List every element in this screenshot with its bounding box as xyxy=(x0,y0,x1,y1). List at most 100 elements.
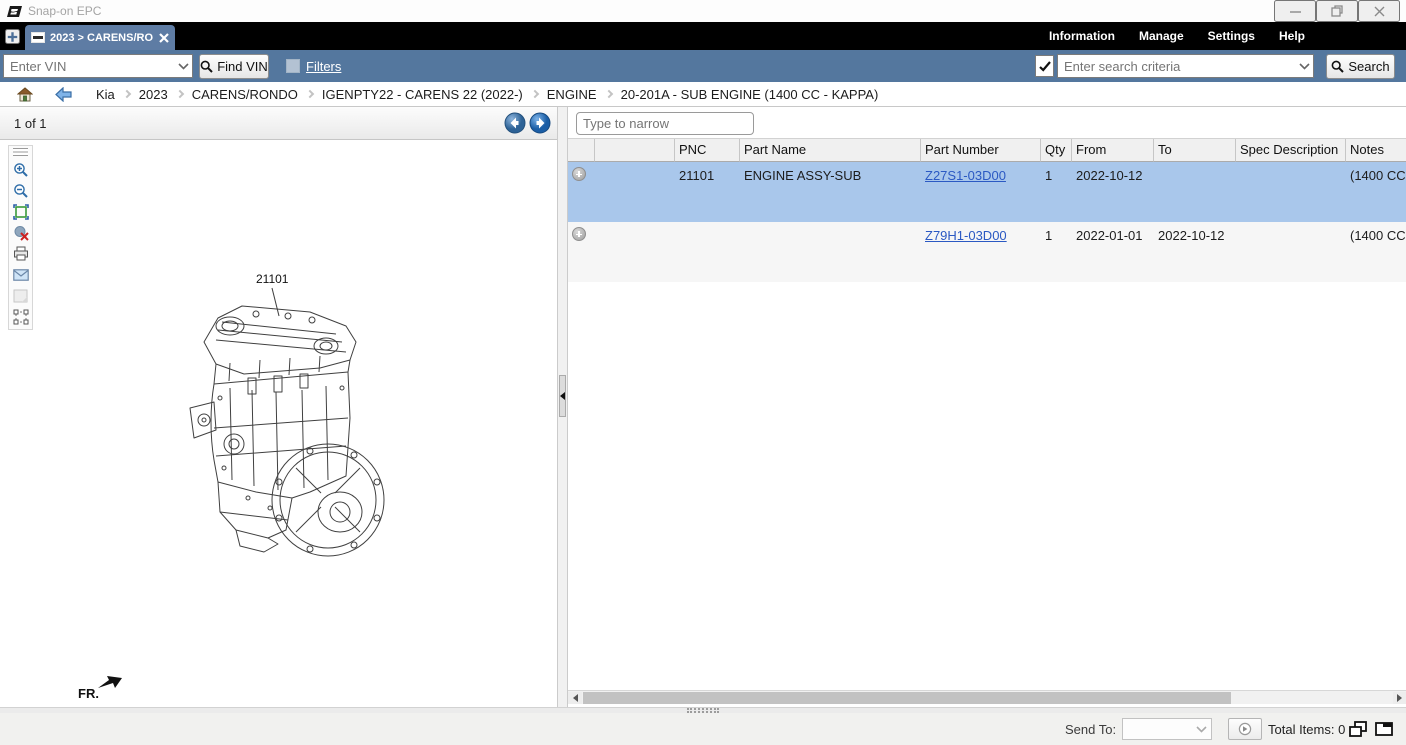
table-row[interactable]: 21101 ENGINE ASSY-SUB Z27S1-03D00 1 2022… xyxy=(568,162,1406,222)
print-icon[interactable] xyxy=(11,244,31,263)
chevron-right-icon xyxy=(123,90,131,98)
grip-icon[interactable] xyxy=(13,148,28,156)
diagram-part-callout[interactable]: 21101 xyxy=(256,272,288,286)
col-qty[interactable]: Qty xyxy=(1041,139,1072,162)
find-vin-label: Find VIN xyxy=(217,59,268,74)
export-icon[interactable] xyxy=(11,286,31,305)
col-expand[interactable] xyxy=(568,139,595,162)
engine-diagram[interactable]: 21101 xyxy=(160,268,400,570)
search-icon xyxy=(1331,60,1344,73)
chevron-right-icon xyxy=(175,90,183,98)
breadcrumb: Kia 2023 CARENS/RONDO IGENPTY22 - CARENS… xyxy=(0,82,1406,107)
vertical-splitter[interactable] xyxy=(557,107,568,707)
new-tab-plus-icon[interactable] xyxy=(5,29,20,44)
send-to-label: Send To: xyxy=(1065,722,1116,737)
cell-qty: 1 xyxy=(1041,162,1072,222)
col-pnc[interactable]: PNC xyxy=(675,139,740,162)
page-indicator: 1 of 1 xyxy=(14,107,47,140)
title-bar: Snap-on EPC xyxy=(0,0,1406,22)
part-number-link[interactable]: Z27S1-03D00 xyxy=(925,168,1006,183)
tab-catalog-icon xyxy=(31,32,45,43)
horizontal-scrollbar[interactable] xyxy=(568,690,1406,704)
send-to-select[interactable] xyxy=(1122,718,1212,740)
col-thumbnail[interactable] xyxy=(595,139,675,162)
tab-active[interactable]: 2023 > CARENS/ROND... xyxy=(25,25,175,50)
dropdown-chevron-icon[interactable] xyxy=(174,63,192,70)
go-circle-icon[interactable] xyxy=(1228,718,1262,740)
breadcrumb-item-catalog[interactable]: IGENPTY22 - CARENS 22 (2022-) xyxy=(322,87,523,102)
zoom-out-icon[interactable] xyxy=(11,181,31,200)
col-part-number[interactable]: Part Number xyxy=(921,139,1041,162)
breadcrumb-item-group[interactable]: ENGINE xyxy=(547,87,597,102)
vin-input[interactable] xyxy=(4,55,174,77)
find-vin-button[interactable]: Find VIN xyxy=(199,54,269,79)
cell-part-name xyxy=(740,222,921,282)
snapon-logo-icon xyxy=(7,5,22,18)
close-icon[interactable] xyxy=(1358,0,1400,22)
select-region-icon[interactable] xyxy=(11,307,31,326)
table-row[interactable]: Z79H1-03D00 1 2022-01-01 2022-10-12 (140… xyxy=(568,222,1406,282)
dropdown-chevron-icon[interactable] xyxy=(1295,63,1313,70)
cascade-windows-icon[interactable] xyxy=(1346,719,1370,739)
col-to[interactable]: To xyxy=(1154,139,1236,162)
cell-thumbnail xyxy=(595,162,675,222)
minimize-icon[interactable] xyxy=(1274,0,1316,22)
expand-plus-icon[interactable] xyxy=(572,167,586,181)
email-icon[interactable] xyxy=(11,265,31,284)
col-spec-description[interactable]: Spec Description xyxy=(1236,139,1346,162)
scroll-right-icon[interactable] xyxy=(1393,692,1406,704)
col-from[interactable]: From xyxy=(1072,139,1154,162)
collapse-left-icon[interactable] xyxy=(559,375,566,417)
menu-manage[interactable]: Manage xyxy=(1139,29,1184,43)
narrow-filter-input[interactable] xyxy=(576,112,754,135)
parts-table: PNC Part Name Part Number Qty From To Sp… xyxy=(568,138,1406,282)
menu-information[interactable]: Information xyxy=(1049,29,1115,43)
home-icon[interactable] xyxy=(17,87,33,102)
zoom-in-icon[interactable] xyxy=(11,160,31,179)
criteria-combobox xyxy=(1057,54,1314,78)
scroll-left-icon[interactable] xyxy=(568,692,582,704)
panel-layout-icon[interactable] xyxy=(1372,719,1396,739)
cell-qty: 1 xyxy=(1041,222,1072,282)
breadcrumb-item-model[interactable]: CARENS/RONDO xyxy=(192,87,298,102)
tab-close-icon[interactable] xyxy=(159,33,169,43)
search-icon xyxy=(200,60,213,73)
breadcrumb-items: Kia 2023 CARENS/RONDO IGENPTY22 - CARENS… xyxy=(96,87,878,102)
breadcrumb-item-make[interactable]: Kia xyxy=(96,87,115,102)
vin-combobox xyxy=(3,54,193,78)
cell-to: 2022-10-12 xyxy=(1154,222,1236,282)
prev-circle-icon[interactable] xyxy=(504,112,526,134)
breadcrumb-item-year[interactable]: 2023 xyxy=(139,87,168,102)
menu-help[interactable]: Help xyxy=(1279,29,1305,43)
filters-checkbox[interactable] xyxy=(286,59,300,73)
filters-link[interactable]: Filters xyxy=(306,50,341,82)
cell-notes: (1400 CC - UNLEAD xyxy=(1346,222,1406,282)
tab-label: 2023 > CARENS/ROND... xyxy=(50,32,153,44)
next-circle-icon[interactable] xyxy=(529,112,551,134)
scrollbar-thumb[interactable] xyxy=(583,692,1231,704)
zoom-fit-icon[interactable] xyxy=(11,202,31,221)
criteria-check-button[interactable] xyxy=(1035,55,1054,77)
front-arrow-icon xyxy=(96,673,124,691)
criteria-input[interactable] xyxy=(1058,55,1295,77)
cell-spec-description xyxy=(1236,162,1346,222)
restore-icon[interactable] xyxy=(1316,0,1358,22)
cell-to xyxy=(1154,162,1236,222)
expand-plus-icon[interactable] xyxy=(572,227,586,241)
illustration-panel: 1 of 1 xyxy=(0,107,557,707)
viewer-toolbar xyxy=(8,145,33,330)
search-button[interactable]: Search xyxy=(1326,54,1395,79)
menu-settings[interactable]: Settings xyxy=(1208,29,1255,43)
back-arrow-icon[interactable] xyxy=(55,87,72,102)
col-part-name[interactable]: Part Name xyxy=(740,139,921,162)
parts-table-header: PNC Part Name Part Number Qty From To Sp… xyxy=(568,138,1406,162)
front-direction-marker: FR. xyxy=(76,673,136,705)
part-number-link[interactable]: Z79H1-03D00 xyxy=(925,228,1007,243)
window-title: Snap-on EPC xyxy=(28,4,101,18)
engine-line-art xyxy=(160,268,400,570)
breadcrumb-item-section[interactable]: 20-201A - SUB ENGINE (1400 CC - KAPPA) xyxy=(621,87,879,102)
col-notes[interactable]: Notes xyxy=(1346,139,1406,162)
zoom-cancel-icon[interactable] xyxy=(11,223,31,242)
cell-thumbnail xyxy=(595,222,675,282)
tab-strip: 2023 > CARENS/ROND... Information Manage… xyxy=(0,22,1406,50)
